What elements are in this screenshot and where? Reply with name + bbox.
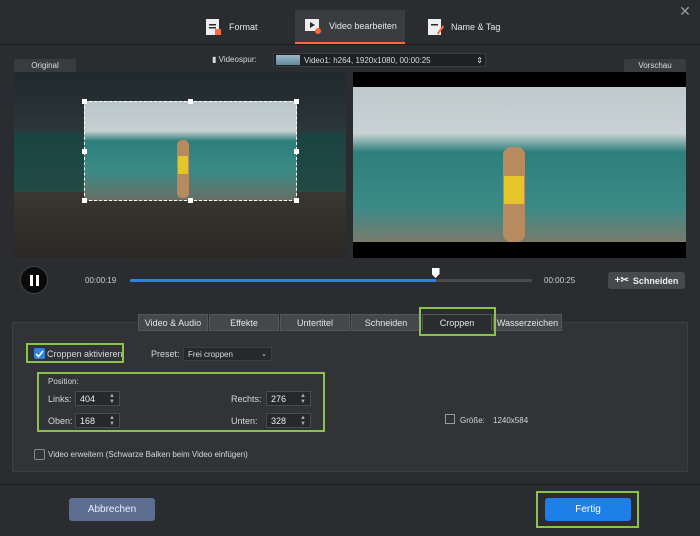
top-label: Oben: <box>48 416 73 426</box>
left-input[interactable]: 404 ▲ ▼ <box>75 391 120 406</box>
chevron-down-icon: ⌄ <box>261 351 267 358</box>
expand-video-checkbox[interactable] <box>34 449 45 460</box>
done-button[interactable]: Fertig <box>545 498 631 521</box>
close-icon[interactable]: ✕ <box>678 4 692 18</box>
preview-video <box>353 72 686 258</box>
position-label: Position: <box>48 377 79 386</box>
original-video[interactable] <box>14 72 346 258</box>
cancel-button[interactable]: Abbrechen <box>69 498 155 521</box>
tab-video-bearbeiten-label: Video bearbeiten <box>329 21 397 31</box>
progress-bar[interactable] <box>130 279 532 282</box>
progress-handle[interactable] <box>431 268 440 278</box>
top-input[interactable]: 168 ▲ ▼ <box>75 413 120 428</box>
tab-name-tag[interactable]: Name & Tag <box>425 10 500 44</box>
video-edit-icon <box>305 19 321 34</box>
size-label: Größe: <box>460 416 485 425</box>
chevron-updown-icon: ⇕ <box>476 55 483 65</box>
track-label: Videospur: <box>218 55 257 64</box>
cut-button[interactable]: +✂ Schneiden <box>608 272 685 289</box>
tab-format-label: Format <box>229 22 258 32</box>
track-value: Video1: h264, 1920x1080, 00:00:25 <box>304 55 431 65</box>
right-input[interactable]: 276 ▲ ▼ <box>266 391 311 406</box>
spinner-arrows-icon[interactable]: ▲ ▼ <box>300 393 306 405</box>
tab-wasserzeichen[interactable]: Wasserzeichen <box>493 314 562 331</box>
crop-handle[interactable] <box>188 198 193 203</box>
tab-video-audio[interactable]: Video & Audio <box>138 314 208 331</box>
expand-video-label: Video erweitern (Schwarze Balken beim Vi… <box>48 450 248 459</box>
spinner-arrows-icon[interactable]: ▲ ▼ <box>109 393 115 405</box>
bottom-label: Unten: <box>231 416 258 426</box>
crop-handle[interactable] <box>82 99 87 104</box>
left-label: Links: <box>48 394 72 404</box>
tab-effekte[interactable]: Effekte <box>209 314 279 331</box>
pause-button[interactable] <box>20 266 48 294</box>
crop-handle[interactable] <box>82 198 87 203</box>
bottom-input[interactable]: 328 ▲ ▼ <box>266 413 311 428</box>
tab-untertitel[interactable]: Untertitel <box>280 314 350 331</box>
bottom-value: 328 <box>271 415 287 426</box>
track-select[interactable]: Video1: h264, 1920x1080, 00:00:25 ⇕ <box>273 53 486 67</box>
size-icon <box>445 414 455 424</box>
current-time: 00:00:19 <box>85 276 117 285</box>
right-label: Rechts: <box>231 394 262 404</box>
spinner-arrows-icon[interactable]: ▲ ▼ <box>109 415 115 427</box>
preset-label: Preset: <box>151 349 180 359</box>
tab-schneiden[interactable]: Schneiden <box>351 314 421 331</box>
tab-name-tag-label: Name & Tag <box>451 22 501 32</box>
total-time: 00:00:25 <box>544 276 576 285</box>
crop-handle[interactable] <box>82 149 87 154</box>
original-label: Original <box>14 59 76 73</box>
crop-handle[interactable] <box>294 149 299 154</box>
preset-value: Frei croppen <box>188 349 233 359</box>
top-value: 168 <box>80 415 96 426</box>
highlight-croppen-tab <box>419 307 496 336</box>
enable-crop-label: Croppen aktivieren <box>47 349 123 359</box>
crop-handle[interactable] <box>188 99 193 104</box>
pause-icon <box>30 275 39 286</box>
name-tag-icon <box>428 19 444 35</box>
crop-handle[interactable] <box>294 99 299 104</box>
header-divider <box>0 44 700 45</box>
tab-video-bearbeiten[interactable]: Video bearbeiten <box>295 10 405 44</box>
track-label-wrap: ▮ Videospur: <box>212 55 257 64</box>
format-icon <box>206 19 221 35</box>
scissors-icon: +✂ <box>614 275 629 286</box>
progress-fill <box>130 279 436 282</box>
size-value: 1240x584 <box>493 416 529 425</box>
track-icon: ▮ <box>212 55 219 64</box>
preset-select[interactable]: Frei croppen ⌄ <box>183 347 272 361</box>
preview-label: Vorschau <box>624 59 686 73</box>
enable-crop-checkbox[interactable] <box>34 348 45 359</box>
left-value: 404 <box>80 393 96 404</box>
right-value: 276 <box>271 393 287 404</box>
spinner-arrows-icon[interactable]: ▲ ▼ <box>300 415 306 427</box>
cut-button-label: Schneiden <box>632 275 679 286</box>
checkmark-icon <box>35 350 44 358</box>
tab-format[interactable]: Format <box>203 10 258 44</box>
crop-handle[interactable] <box>294 198 299 203</box>
footer-divider <box>0 484 700 485</box>
crop-frame[interactable] <box>82 99 299 203</box>
track-thumbnail <box>276 55 300 65</box>
